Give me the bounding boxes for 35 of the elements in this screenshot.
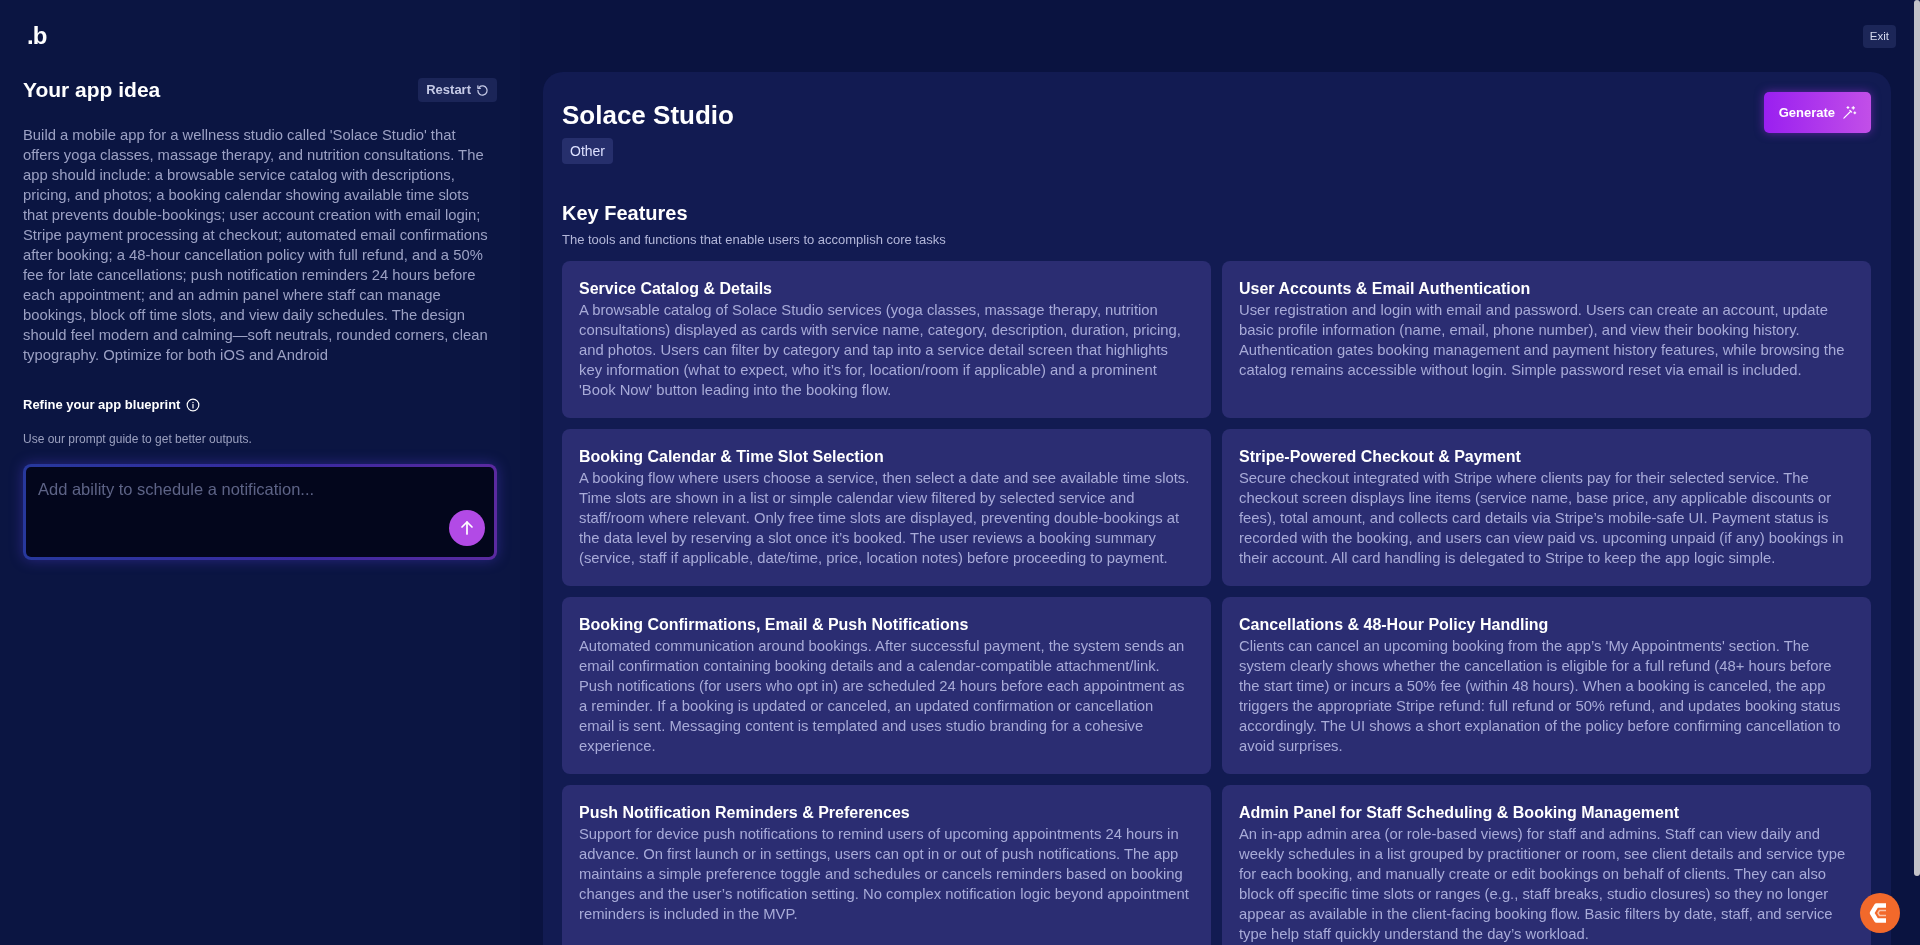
feature-title: Admin Panel for Staff Scheduling & Booking Management xyxy=(1239,803,1681,823)
feature-title: Booking Calendar & Time Slot Selection xyxy=(579,447,885,467)
feature-description: Support for device push notifications to remind users of upcoming appointments 24 hours in advance. On first launch or in settings, users can opt in or out of push notifications. The app maintains a simple preference toggle and schedules or cancels reminders based on booking changes and the user’s notification setting. No complex notification logic beyond appointment reminders is included in the MVP. xyxy=(579,825,1190,924)
scrollbar-thumb[interactable] xyxy=(1914,0,1920,876)
magic-wand-icon xyxy=(1842,105,1857,120)
project-title: Solace Studio xyxy=(562,99,734,131)
restart-icon xyxy=(476,83,489,97)
arrow-up-icon xyxy=(459,520,475,536)
floating-widget-icon[interactable] xyxy=(1860,893,1900,933)
feature-title: Cancellations & 48-Hour Policy Handling xyxy=(1239,615,1550,635)
feature-description: Clients can cancel an upcoming booking from the app’s 'My Appointments' section. The system clearly shows whether the cancellation is eligible for a full refund (48+ hours before the start time) or incurs a 50% fee (within 48 hours). When a booking is canceled, the app triggers the appropriate Stripe refund: full refund or 50% refund, and updates booking status accordingly. The UI shows a short explanation of the policy before confirming cancellation to avoid surprises. xyxy=(1239,637,1842,756)
feature-description: Secure checkout integrated with Stripe where clients pay for their selected service. The checkout screen displays line items (service name, base price, any applicable discounts or fees), total amount, and collects card details via Stripe’s mobile-safe UI. Payment status is recorded with the booking, and users can view paid vs. upcoming unpaid (if any) bookings in their account. All card handling is delegated to Stripe to keep the app logic simple. xyxy=(1239,469,1845,568)
feature-title: Push Notification Reminders & Preferences xyxy=(579,803,911,823)
feature-title: User Accounts & Email Authentication xyxy=(1239,279,1532,299)
panel-heading: Your app idea xyxy=(23,77,161,103)
logo: .b xyxy=(27,24,47,48)
feature-description: User registration and login with email and password. Users can create an account, update basic profile information (name, email, phone number), and view their booking history. Authentication gates booking management and payment history features, while browsing the catalog remains accessible without login. Simple password reset via email is included. xyxy=(1239,301,1846,380)
refine-heading: Refine your app blueprint xyxy=(23,396,181,414)
section-heading: Key Features xyxy=(562,201,689,226)
category-tag: Other xyxy=(562,138,613,164)
feature-description: An in-app admin area (or role-based views) for staff and admins. Staff can view daily and weekly schedules in a list grouped by practitioner or room, see client details and service type for each booking, and manually create or edit bookings on behalf of clients. They can also block off specific time slots or ranges (e.g., staff breaks, studio closures) so they no longer appear as available in the client-facing booking flow. Basic filters by date, staff, and service type help staff quickly understand the day’s workload. xyxy=(1239,825,1847,944)
feature-title: Service Catalog & Details xyxy=(579,279,773,299)
restart-button[interactable]: Restart xyxy=(418,78,497,102)
prompt-input[interactable]: Add ability to schedule a notification... xyxy=(23,464,497,560)
feature-description: Automated communication around bookings. After successful payment, the system sends an email confirmation containing booking details and a calendar-compatible attachment/link. Push notifications (for users who opt in) are scheduled 24 hours before each appointment as a reminder. If a booking is updated or canceled, an updated confirmation or cancellation email is sent. Messaging content is templated and uses studio branding for a cohesive experience. xyxy=(579,637,1186,756)
feature-title: Stripe-Powered Checkout & Payment xyxy=(1239,447,1522,467)
app-idea-description: Build a mobile app for a wellness studio called 'Solace Studio' that offers yoga classes, massage therapy, and nutrition consultations. The app should include: a browsable service catalog with descriptions, pricing, and photos; a booking calendar showing available time slots that prevents double-bookings; user account creation with email login; Stripe payment processing at checkout; automated email confirmations after booking; a 48-hour cancellation policy with full refund, and a 50% fee for late cancellations; push notification reminders 24 hours before each appointment; and an admin panel where staff can manage bookings, block off time slots, and view daily schedules. The design should feel modern and calming—soft neutrals, rounded corners, clean typography. Optimize for both iOS and Android xyxy=(23,126,489,365)
exit-button[interactable]: Exit xyxy=(1862,25,1896,48)
prompt-guide-hint: Use our prompt guide to get better outputs. xyxy=(23,431,253,448)
feature-title: Booking Confirmations, Email & Push Notifications xyxy=(579,615,970,635)
section-subtitle: The tools and functions that enable users to accomplish core tasks xyxy=(562,231,947,249)
generate-button[interactable]: Generate xyxy=(1763,92,1871,133)
info-icon[interactable] xyxy=(186,398,201,412)
feature-description: A booking flow where users choose a service, then select a date and see available time slots. Time slots are shown in a list or simple calendar view filtered by selected service and staff/room where relevant. Only free time slots are displayed, preventing double-bookings at the data level by reserving a slot once it’s booked. The user reviews a booking summary (service, staff if applicable, date/time, price, location notes) before proceeding to payment. xyxy=(579,469,1191,568)
feature-description: A browsable catalog of Solace Studio services (yoga classes, massage therapy, nutrition consultations) displayed as cards with service name, category, description, duration, pricing, and photos. Users can filter by category and tap into a service detail screen that highlights key information (what to expect, who it’s for, location/room if applicable) and a prominent 'Book Now' button leading into the booking flow. xyxy=(579,301,1182,400)
